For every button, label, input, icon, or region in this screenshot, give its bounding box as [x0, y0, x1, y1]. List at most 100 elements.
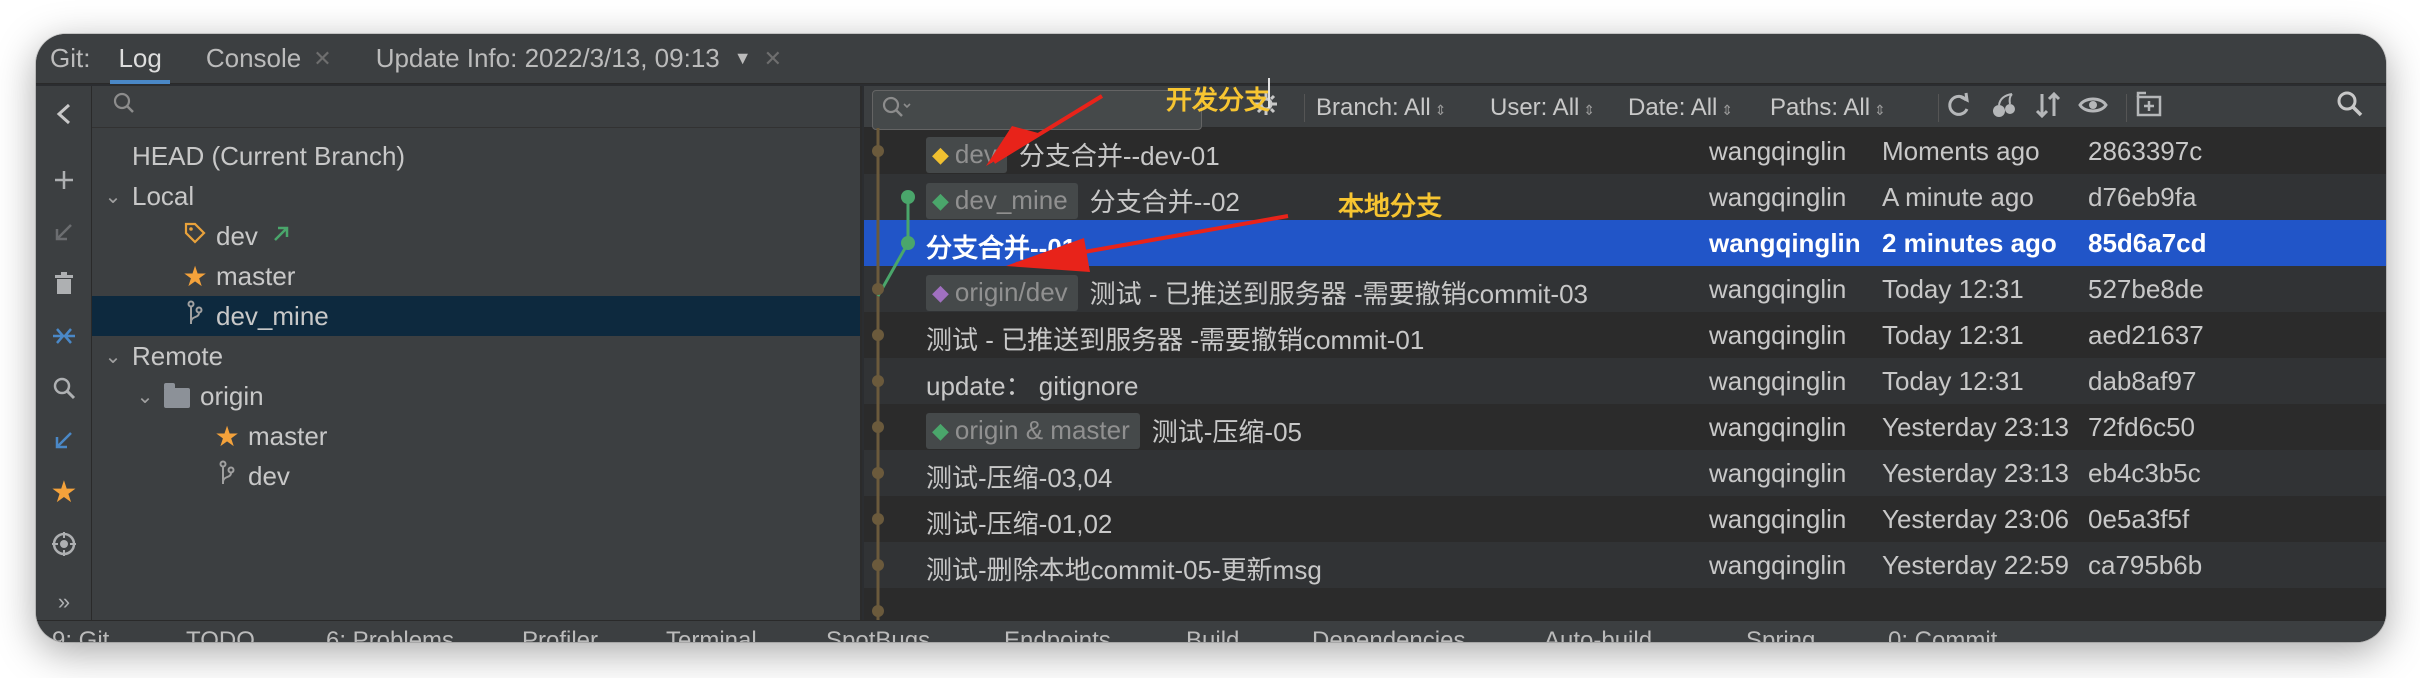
remote-group-name: origin: [200, 380, 264, 411]
filter-paths[interactable]: Paths: All ⇕: [1770, 94, 1886, 122]
tree-item-branch[interactable]: dev_mine: [92, 296, 860, 336]
commit-hash: d76eb9fa: [2088, 182, 2197, 212]
update-icon[interactable]: [36, 418, 92, 462]
favorite-star-icon[interactable]: ★: [36, 470, 92, 514]
chevron-down-icon[interactable]: ⌄: [100, 184, 126, 209]
commit-hash: 2863397c: [2088, 136, 2203, 166]
filter-user[interactable]: User: All ⇕: [1490, 94, 1595, 122]
commit-message: 测试-压缩-05: [1151, 417, 1303, 447]
collapse-left-icon[interactable]: [36, 92, 92, 136]
ide-window: Git: Log Console ✕ Update Info: 2022/3/1…: [36, 34, 2386, 642]
sort-updown-icon: ⇕: [1721, 102, 1734, 118]
status-item-spotbugs[interactable]: SpotBugs: [826, 621, 930, 642]
chevron-down-icon[interactable]: ⌄: [132, 384, 158, 409]
tree-item-branch[interactable]: dev: [92, 456, 860, 496]
status-item-profiler[interactable]: Profiler: [522, 621, 598, 642]
branch-name: master: [248, 420, 328, 451]
git-toolstrip: ★ »: [36, 86, 92, 642]
tree-item-branch[interactable]: dev: [92, 216, 860, 256]
status-item-auto-build[interactable]: Auto-build: [1544, 621, 1652, 642]
commit-author: wangqinglin: [1709, 550, 1847, 580]
more-icon[interactable]: »: [36, 580, 92, 624]
arrow-up-right-icon: [272, 223, 290, 249]
tab-update-info[interactable]: Update Info: 2022/3/13, 09:13 ▼ ✕: [354, 34, 804, 84]
search-icon: [112, 90, 136, 122]
sort-updown-icon: ⇕: [1583, 102, 1596, 118]
tree-group-origin[interactable]: ⌄ origin: [92, 376, 860, 416]
sort-arrows-icon[interactable]: [2034, 90, 2062, 127]
status-item-problems[interactable]: 6: Problems: [326, 621, 454, 642]
head-label: HEAD (Current Branch): [132, 140, 406, 171]
close-icon[interactable]: ✕: [764, 46, 782, 72]
log-panel: Branch: All ⇕ User: All ⇕ Date: All ⇕ Paths…: [864, 78, 2386, 642]
close-icon[interactable]: ✕: [313, 46, 331, 72]
branches-panel: HEAD (Current Branch) ⌄ Local dev ★ mast…: [92, 86, 862, 642]
sort-updown-icon: ⇕: [1434, 102, 1447, 118]
commit-subject: update： gitignore: [926, 366, 1138, 403]
status-item-todo[interactable]: TODO: [186, 621, 255, 642]
add-icon[interactable]: [36, 158, 92, 202]
filter-date[interactable]: Date: All ⇕: [1628, 94, 1733, 122]
commit-date: 2 minutes ago: [1882, 228, 2057, 258]
tree-group-local[interactable]: ⌄ Local: [92, 176, 860, 216]
open-new-tab-icon[interactable]: [2134, 90, 2164, 127]
tag-icon: [180, 221, 210, 252]
merge-icon[interactable]: [36, 314, 92, 358]
refresh-icon[interactable]: [1944, 90, 1972, 127]
search-icon[interactable]: [36, 366, 92, 410]
commit-row[interactable]: 测试-压缩-03,04 wangqinglin Yesterday 23:13 …: [864, 450, 2386, 496]
commit-message: 测试-删除本地commit-05-更新msg: [926, 555, 1322, 585]
sort-updown-icon: ⇕: [1874, 102, 1886, 118]
tree-item-branch[interactable]: ★ master: [92, 256, 860, 296]
commit-message: 测试-压缩-01,02: [926, 509, 1113, 539]
branch-icon: [212, 460, 242, 493]
status-item-git[interactable]: 9: Git: [52, 621, 109, 642]
commit-row[interactable]: 测试-压缩-01,02 wangqinglin Yesterday 23:06 …: [864, 496, 2386, 542]
cherry-pick-icon[interactable]: [1990, 90, 2018, 127]
chevron-down-icon[interactable]: ▼: [734, 48, 752, 69]
commit-date: A minute ago: [1882, 182, 2034, 212]
commit-author: wangqinglin: [1709, 274, 1847, 304]
commit-hash: eb4c3b5c: [2088, 458, 2201, 488]
tree-group-remote[interactable]: ⌄ Remote: [92, 336, 860, 376]
search-icon[interactable]: [2336, 90, 2364, 125]
status-item-commit[interactable]: 0: Commit: [1888, 621, 1997, 642]
commit-row[interactable]: ◆ origin & master 测试-压缩-05 wangqinglin Ye…: [864, 404, 2386, 450]
chevron-down-icon[interactable]: ⌄: [100, 344, 126, 369]
delete-icon[interactable]: [36, 262, 92, 306]
commit-row[interactable]: update： gitignore wangqinglin Today 12:3…: [864, 358, 2386, 404]
filter-user-label: User: All: [1490, 94, 1580, 121]
status-item-spring[interactable]: Spring: [1746, 621, 1815, 642]
commit-subject: 测试-删除本地commit-05-更新msg: [926, 550, 1322, 587]
commit-author: wangqinglin: [1709, 182, 1847, 212]
target-icon[interactable]: [36, 522, 92, 566]
status-item-dependencies[interactable]: Dependencies: [1312, 621, 1465, 642]
tree-item-head[interactable]: HEAD (Current Branch): [92, 136, 860, 176]
branch-name: dev: [248, 460, 290, 491]
commit-date: Yesterday 23:13: [1882, 458, 2069, 488]
branch-search[interactable]: [92, 86, 860, 128]
tree-item-branch[interactable]: ★ master: [92, 416, 860, 456]
status-item-build[interactable]: Build: [1186, 621, 1239, 642]
status-item-endpoints[interactable]: Endpoints: [1004, 621, 1111, 642]
toolbar-separator: [2126, 94, 2127, 122]
commit-hash: dab8af97: [2088, 366, 2197, 396]
commit-row[interactable]: 测试 - 已推送到服务器 -需要撤销commit-01 wangqinglin …: [864, 312, 2386, 358]
commit-author: wangqinglin: [1709, 136, 1847, 166]
checkout-icon[interactable]: [36, 210, 92, 254]
branch-icon: [180, 300, 210, 333]
commit-author: wangqinglin: [1709, 504, 1847, 534]
toolbar-separator: [1938, 94, 1939, 122]
star-icon: ★: [214, 420, 240, 452]
tab-console[interactable]: Console ✕: [184, 34, 354, 84]
commit-author: wangqinglin: [1709, 412, 1847, 442]
commit-row[interactable]: 测试-删除本地commit-05-更新msg wangqinglin Yeste…: [864, 542, 2386, 588]
ref-label: ◆ origin & master: [926, 412, 1140, 449]
commit-subject: 测试 - 已推送到服务器 -需要撤销commit-01: [926, 320, 1424, 357]
local-label: Local: [132, 180, 195, 211]
commit-message: update： gitignore: [926, 371, 1139, 401]
status-item-terminal[interactable]: Terminal: [666, 621, 757, 642]
tab-log[interactable]: Log: [96, 34, 183, 84]
eye-icon[interactable]: [2078, 90, 2108, 127]
branch-name: dev_mine: [216, 300, 329, 331]
